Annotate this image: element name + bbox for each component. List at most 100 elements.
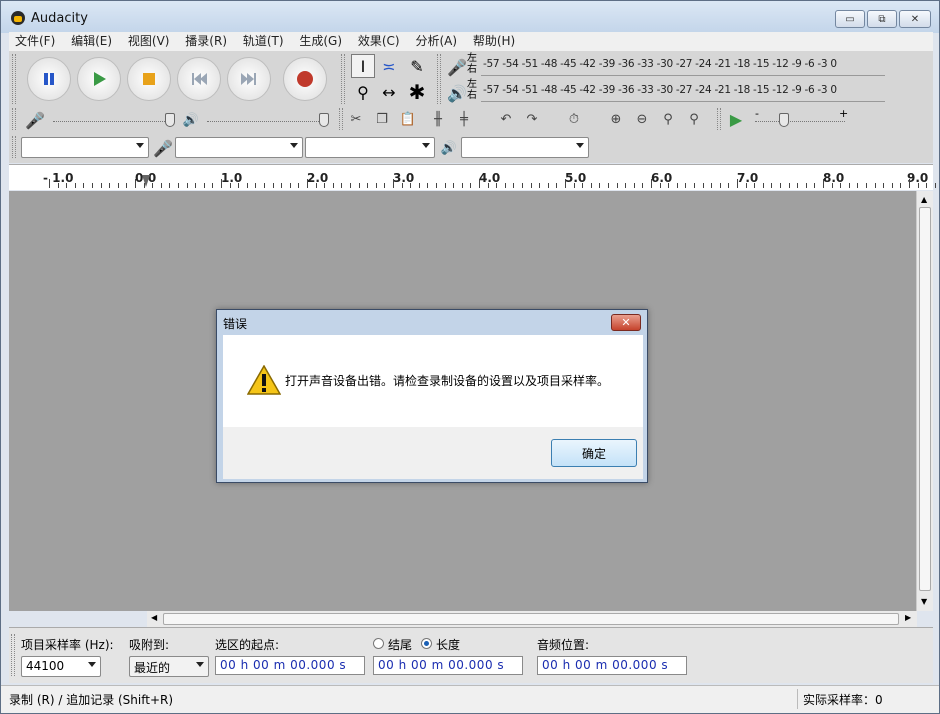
audio-host-select[interactable] — [21, 137, 149, 158]
vertical-scrollbar[interactable]: ▲ ▼ — [916, 191, 933, 611]
ruler-tick — [539, 183, 541, 188]
ruler-tick — [685, 183, 687, 188]
zoom-out-icon[interactable]: ⊖ — [631, 109, 653, 129]
project-rate-select[interactable]: 44100 — [21, 656, 101, 677]
horizontal-scroll-thumb[interactable] — [163, 613, 899, 625]
fit-project-icon[interactable]: ⚲ — [683, 109, 705, 129]
toolbar-grip[interactable] — [717, 108, 721, 130]
toolbar-grip[interactable] — [12, 108, 16, 130]
silence-icon[interactable]: ╪ — [453, 109, 475, 129]
sync-lock-icon[interactable]: ⏱ — [563, 109, 585, 129]
time-shift-tool-icon[interactable]: ↔ — [377, 80, 401, 104]
audio-position-label: 音频位置: — [537, 638, 590, 652]
input-volume-slider[interactable] — [53, 121, 173, 122]
ruler-tick — [289, 183, 291, 188]
menu-file[interactable]: 文件(F) — [9, 32, 61, 50]
zoom-in-icon[interactable]: ⊕ — [605, 109, 627, 129]
toolbar-grip[interactable] — [12, 136, 16, 158]
playback-speed-thumb[interactable] — [779, 113, 789, 127]
minimize-button[interactable]: ▭ — [835, 10, 865, 28]
ruler-tick — [719, 183, 721, 188]
cut-icon[interactable]: ✂ — [345, 109, 367, 129]
timeline-ruler[interactable]: - 1.0 0.0 1.0 2.0 3.0 4.0 5.0 6.0 7.0 8.… — [9, 164, 936, 190]
play-at-speed-icon[interactable]: ▶ — [725, 109, 747, 129]
ruler-tick — [504, 183, 506, 188]
trim-icon[interactable]: ╫ — [427, 109, 449, 129]
playback-speed-slider[interactable] — [755, 121, 845, 122]
length-radio[interactable] — [421, 638, 432, 649]
output-device-speaker-icon: 🔊 — [440, 140, 458, 156]
scroll-left-icon[interactable]: ◀ — [151, 613, 157, 622]
toolbar-grip[interactable] — [12, 54, 16, 104]
skip-to-start-button[interactable] — [177, 57, 221, 101]
envelope-tool-icon[interactable]: ≍ — [377, 54, 401, 78]
selection-length-time[interactable]: 00 h 00 m 00.000 s — [373, 656, 523, 675]
undo-icon[interactable]: ↶ — [495, 109, 517, 129]
selection-start-time[interactable]: 00 h 00 m 00.000 s — [215, 656, 365, 675]
snap-to-label: 吸附到: — [129, 638, 170, 652]
toolbar-grip[interactable] — [339, 108, 343, 130]
menu-generate[interactable]: 生成(G) — [293, 32, 348, 50]
pause-button[interactable] — [27, 57, 71, 101]
toolbar-grip[interactable] — [11, 634, 15, 676]
redo-icon[interactable]: ↷ — [521, 109, 543, 129]
ruler-tick — [221, 179, 222, 188]
ruler-tick — [298, 183, 300, 188]
length-radio-label: 长度 — [436, 638, 461, 652]
copy-icon[interactable]: ❐ — [371, 109, 393, 129]
audio-position-time[interactable]: 00 h 00 m 00.000 s — [537, 656, 687, 675]
ruler-tick — [92, 183, 93, 188]
output-volume-slider[interactable] — [207, 121, 327, 122]
zoom-tool-icon[interactable]: ⚲ — [351, 80, 375, 104]
close-button[interactable]: ✕ — [899, 10, 931, 28]
menu-edit[interactable]: 编辑(E) — [65, 32, 118, 50]
fit-selection-icon[interactable]: ⚲ — [657, 109, 679, 129]
menu-transport[interactable]: 播录(R) — [179, 32, 233, 50]
output-device-select[interactable] — [461, 137, 589, 158]
selection-tool-icon[interactable]: I — [351, 54, 375, 78]
input-device-select[interactable] — [175, 137, 303, 158]
paste-icon[interactable]: 📋 — [397, 109, 419, 129]
menu-tracks[interactable]: 轨道(T) — [237, 32, 290, 50]
scroll-up-icon[interactable]: ▲ — [921, 195, 927, 204]
record-icon — [297, 71, 313, 87]
toolbar-grip[interactable] — [437, 54, 441, 104]
horizontal-scrollbar[interactable]: ◀ ▶ — [147, 611, 917, 627]
toolbar-grip[interactable] — [341, 54, 345, 104]
ruler-tick — [375, 183, 377, 188]
ruler-tick — [711, 183, 713, 188]
ruler-tick — [49, 179, 50, 188]
ruler-tick — [866, 183, 867, 188]
output-volume-thumb[interactable] — [319, 113, 329, 127]
input-channels-select[interactable] — [305, 137, 435, 158]
play-button[interactable] — [77, 57, 121, 101]
ruler-tick — [117, 183, 119, 188]
input-volume-thumb[interactable] — [165, 113, 175, 127]
ruler-tick — [599, 183, 601, 188]
record-meter[interactable]: -57 -54 -51 -48 -45 -42 -39 -36 -33 -30 … — [481, 56, 885, 76]
record-button[interactable] — [283, 57, 327, 101]
end-radio[interactable] — [373, 638, 384, 649]
multi-tool-icon[interactable]: ✱ — [405, 80, 429, 104]
play-meter-speaker-icon[interactable]: 🔊 — [445, 81, 469, 105]
menu-analyze[interactable]: 分析(A) — [409, 32, 463, 50]
menu-help[interactable]: 帮助(H) — [467, 32, 521, 50]
scroll-right-icon[interactable]: ▶ — [905, 613, 911, 622]
ok-button[interactable]: 确定 — [551, 439, 637, 467]
ruler-tick — [762, 183, 764, 188]
snap-to-select[interactable]: 最近的 — [129, 656, 209, 677]
skip-to-end-button[interactable] — [227, 57, 271, 101]
scroll-down-icon[interactable]: ▼ — [921, 597, 927, 606]
ruler-tick — [436, 183, 437, 188]
menu-effect[interactable]: 效果(C) — [352, 32, 406, 50]
dialog-close-button[interactable]: ✕ — [611, 314, 641, 331]
record-meter-mic-icon[interactable]: 🎤 — [445, 55, 469, 79]
stop-button[interactable] — [127, 57, 171, 101]
vertical-scroll-thumb[interactable] — [919, 207, 931, 591]
draw-tool-icon[interactable]: ✎ — [405, 54, 429, 78]
maximize-button[interactable]: ⧉ — [867, 10, 897, 28]
ruler-tick — [350, 183, 351, 188]
menu-view[interactable]: 视图(V) — [122, 32, 176, 50]
dialog-message: 打开声音设备出错。请检查录制设备的设置以及项目采样率。 — [285, 374, 610, 388]
play-meter[interactable]: -57 -54 -51 -48 -45 -42 -39 -36 -33 -30 … — [481, 82, 885, 102]
